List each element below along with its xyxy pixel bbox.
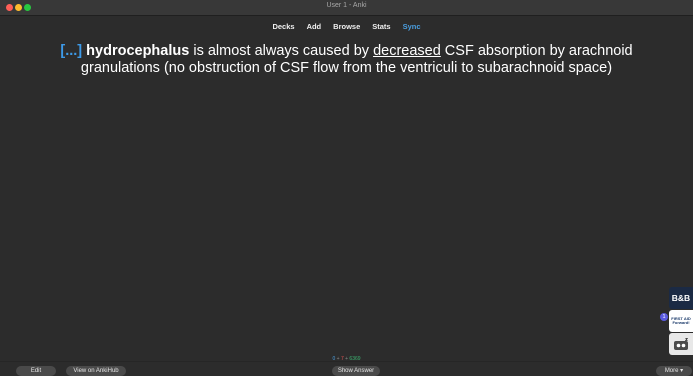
card-underlined-word: decreased [373,43,441,59]
main-nav: Decks Add Browse Stats Sync [267,21,425,32]
first-aid-forward-button[interactable]: FIRST AID Forward! [669,310,693,332]
svg-text:z: z [685,337,688,343]
sketchy-button[interactable]: z [669,333,693,355]
nav-add[interactable]: Add [302,21,327,32]
edit-button[interactable]: Edit [16,366,56,376]
more-button[interactable]: More ▾ [656,366,692,376]
sketchy-logo-icon: z [674,337,688,350]
nav-browse[interactable]: Browse [328,21,365,32]
cloze-deletion: [...] [60,43,83,59]
show-answer-button[interactable]: Show Answer [332,366,380,376]
card-question: [...] hydrocephalus is almost always cau… [20,43,673,77]
nav-stats[interactable]: Stats [367,21,395,32]
anki-window: User 1 - Anki Decks Add Browse Stats Syn… [0,0,693,376]
view-on-ankihub-button[interactable]: View on AnkiHub [66,366,126,376]
card-term: hydrocephalus [86,43,190,59]
boards-and-beyond-button[interactable]: B&B [669,287,693,309]
bottom-bar: Edit View on AnkiHub Show Answer More ▾ [0,361,693,376]
nav-sync[interactable]: Sync [398,21,426,32]
nav-decks[interactable]: Decks [267,21,299,32]
top-toolbar: Decks Add Browse Stats Sync [0,16,693,33]
card-text-part-a: is almost always caused by [189,43,374,59]
forward-label: Forward! [672,320,690,325]
card-content: [...] hydrocephalus is almost always cau… [0,33,693,353]
window-title: User 1 - Anki [326,2,367,9]
title-bar: User 1 - Anki [0,0,693,16]
notification-badge: 1 [660,313,668,321]
